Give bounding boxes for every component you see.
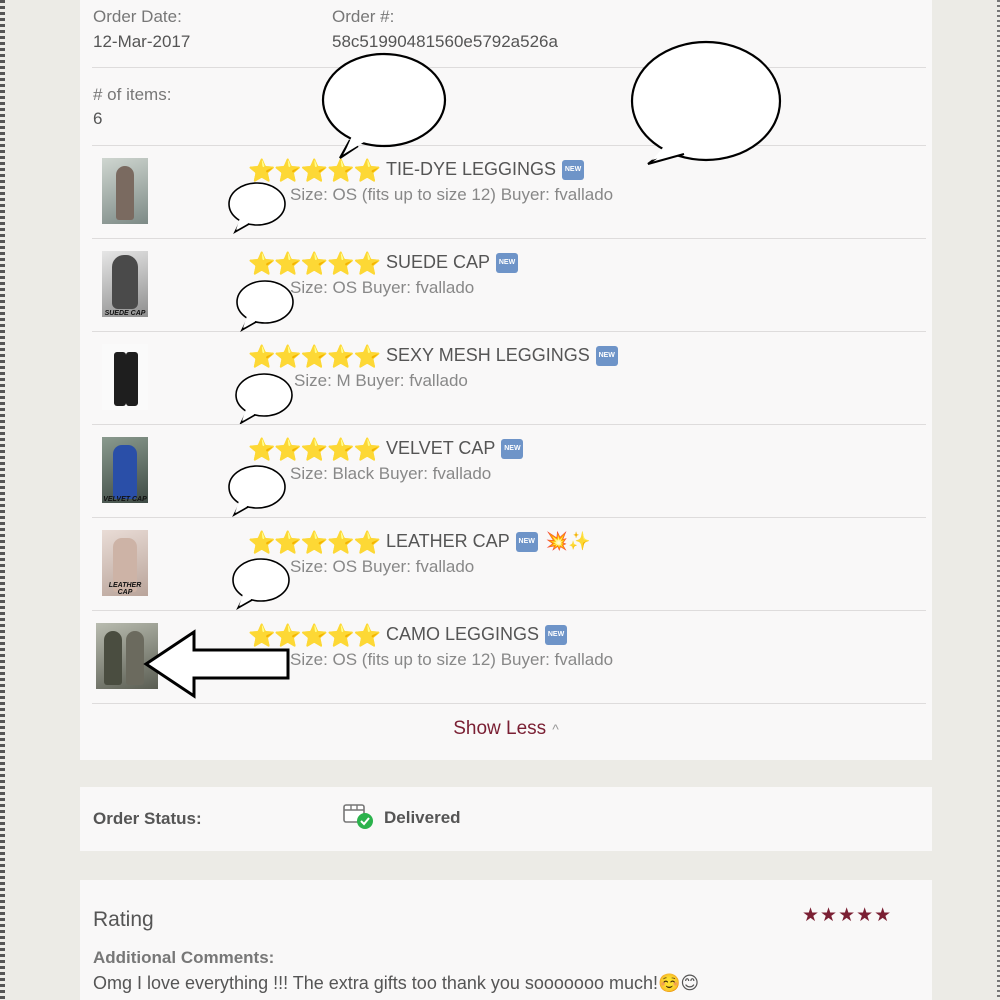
left-arrow-icon bbox=[143, 629, 290, 699]
speech-bubble-icon bbox=[228, 465, 286, 517]
items-count-value: 6 bbox=[93, 109, 103, 128]
show-less-label[interactable]: Show Less bbox=[453, 718, 546, 739]
item-meta: Size: M Buyer: fvallado bbox=[294, 371, 468, 390]
product-thumbnail[interactable]: VELVET CAP bbox=[102, 437, 148, 503]
new-badge-icon: NEW bbox=[562, 160, 585, 181]
item-meta: Size: OS (fits up to size 12) Buyer: fva… bbox=[290, 650, 614, 669]
new-badge-icon: NEW bbox=[515, 532, 538, 553]
order-item-row[interactable]: ⭐⭐⭐⭐⭐ SEXY MESH LEGGINGS NEW Size: M Buye… bbox=[80, 332, 932, 424]
product-thumbnail[interactable] bbox=[102, 344, 148, 410]
left-edge-decoration bbox=[0, 0, 5, 1000]
thumbnail-caption: SUEDE CAP bbox=[104, 310, 146, 317]
thumbnail-caption: VELVET CAP bbox=[103, 496, 147, 503]
item-title[interactable]: SEXY MESH LEGGINGS NEW bbox=[386, 345, 626, 367]
product-thumbnail[interactable] bbox=[102, 158, 148, 224]
order-date-value: 12-Mar-2017 bbox=[93, 32, 191, 51]
new-badge-icon: NEW bbox=[501, 439, 524, 460]
divider bbox=[92, 67, 926, 68]
item-title-text[interactable]: LEATHER CAP bbox=[386, 531, 510, 551]
new-badge-icon: NEW bbox=[496, 253, 519, 274]
speech-bubble-icon bbox=[630, 40, 782, 166]
rating-card: Rating ★★★★★ Additional Comments: Omg I … bbox=[80, 880, 932, 1000]
show-less-button[interactable]: Show Less ^ bbox=[80, 718, 932, 740]
thumbnail-caption: LEATHER CAP bbox=[108, 582, 142, 596]
items-count-label: # of items: bbox=[93, 85, 172, 104]
speech-bubble-icon bbox=[235, 373, 293, 424]
item-title[interactable]: TIE-DYE LEGGINGS NEW bbox=[386, 159, 592, 181]
rating-title: Rating bbox=[93, 908, 154, 931]
order-number-label: Order #: bbox=[332, 7, 395, 26]
order-item-row[interactable]: ⭐⭐⭐⭐⭐ TIE-DYE LEGGINGS NEW Size: OS (fits… bbox=[80, 146, 932, 238]
item-meta: Size: OS (fits up to size 12) Buyer: fva… bbox=[290, 185, 614, 204]
item-title[interactable]: CAMO LEGGINGS NEW bbox=[386, 624, 575, 646]
order-status-value: Delivered bbox=[384, 808, 461, 827]
order-item-row[interactable]: VELVET CAP ⭐⭐⭐⭐⭐ VELVET CAP NEW Size: Bla… bbox=[80, 425, 932, 517]
order-status-card: Order Status: Delivered bbox=[80, 787, 932, 851]
item-title[interactable]: SUEDE CAP NEW bbox=[386, 252, 526, 274]
item-title-text[interactable]: TIE-DYE LEGGINGS bbox=[386, 159, 556, 179]
speech-bubble-icon bbox=[228, 182, 286, 234]
item-title-text[interactable]: VELVET CAP bbox=[386, 438, 495, 458]
item-meta: Size: OS Buyer: fvallado bbox=[290, 557, 475, 576]
chevron-up-icon: ^ bbox=[552, 721, 559, 737]
star-emoji-row: ⭐⭐⭐⭐⭐ bbox=[248, 251, 382, 277]
speech-bubble-icon bbox=[236, 280, 294, 332]
comments-text: Omg I love everything !!! The extra gift… bbox=[93, 973, 700, 993]
item-meta: Size: Black Buyer: fvallado bbox=[290, 464, 492, 483]
rating-stars: ★★★★★ bbox=[802, 905, 893, 926]
star-emoji-row: ⭐⭐⭐⭐⭐ bbox=[248, 437, 382, 463]
order-item-row[interactable]: SUEDE CAP ⭐⭐⭐⭐⭐ SUEDE CAP NEW Size: OS Bu… bbox=[80, 239, 932, 331]
speech-bubble-icon bbox=[232, 558, 290, 610]
comments-label: Additional Comments: bbox=[93, 948, 275, 967]
divider bbox=[92, 703, 926, 704]
item-title-text[interactable]: CAMO LEGGINGS bbox=[386, 624, 539, 644]
product-thumbnail[interactable]: LEATHER CAP bbox=[102, 530, 148, 596]
order-item-row[interactable]: LEATHER CAP ⭐⭐⭐⭐⭐ LEATHER CAP NEW 💥✨ Size:… bbox=[80, 518, 932, 610]
item-title-text[interactable]: SUEDE CAP bbox=[386, 252, 490, 272]
item-title[interactable]: LEATHER CAP NEW 💥✨ bbox=[386, 531, 591, 553]
new-badge-icon: NEW bbox=[595, 346, 618, 367]
item-meta: Size: OS Buyer: fvallado bbox=[290, 278, 475, 297]
order-status-label: Order Status: bbox=[93, 809, 202, 828]
order-date-label: Order Date: bbox=[93, 7, 182, 26]
item-title-text[interactable]: SEXY MESH LEGGINGS bbox=[386, 345, 590, 365]
star-emoji-row: ⭐⭐⭐⭐⭐ bbox=[248, 530, 382, 556]
delivered-box-icon bbox=[343, 804, 373, 829]
new-badge-icon: NEW bbox=[545, 625, 568, 646]
star-emoji-row: ⭐⭐⭐⭐⭐ bbox=[248, 344, 382, 370]
speech-bubble-icon bbox=[321, 52, 447, 159]
item-title[interactable]: VELVET CAP NEW bbox=[386, 438, 531, 460]
sparkle-emoji: 💥✨ bbox=[545, 531, 591, 551]
product-thumbnail[interactable]: SUEDE CAP bbox=[102, 251, 148, 317]
order-number-value: 58c51990481560e5792a526a bbox=[332, 32, 558, 51]
